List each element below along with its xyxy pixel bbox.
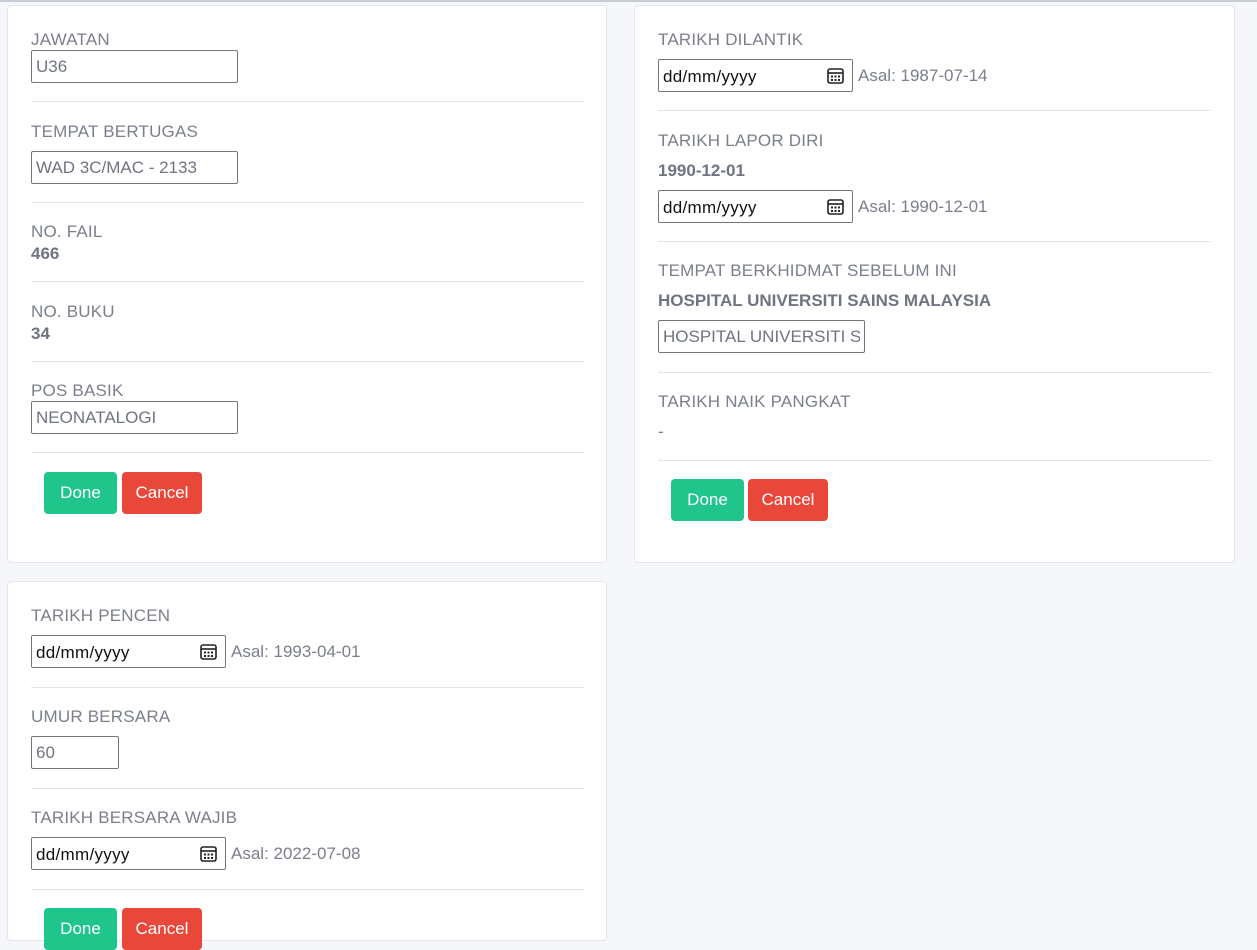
asal-text: Asal: 1993-04-01: [231, 642, 361, 661]
date-placeholder: dd/mm/yyyy: [36, 643, 130, 662]
divider: [658, 460, 1211, 461]
divider: [658, 241, 1211, 242]
asal-text: Asal: 2022-07-08: [231, 844, 361, 863]
cancel-button[interactable]: Cancel: [122, 472, 202, 514]
top-divider: [0, 0, 1257, 2]
tempat-bertugas-input[interactable]: [31, 151, 238, 184]
no-buku-value: 34: [31, 324, 50, 343]
card-tarikh: TARIKH DILANTIK dd/mm/yyyy Asal: 1987-07…: [634, 5, 1235, 563]
done-button[interactable]: Done: [671, 479, 744, 521]
divider: [31, 452, 584, 453]
pos-basik-input[interactable]: [31, 401, 238, 434]
tarikh-pencen-date-input[interactable]: dd/mm/yyyy: [31, 635, 226, 668]
card-bersara: TARIKH PENCEN dd/mm/yyyy Asal: 1993-04-0…: [7, 581, 607, 950]
tempat-sebelum-value: HOSPITAL UNIVERSITI SAINS MALAYSIA: [658, 291, 992, 310]
tarikh-dilantik-label: TARIKH DILANTIK: [658, 30, 804, 49]
done-button[interactable]: Done: [44, 472, 117, 514]
no-buku-label: NO. BUKU: [31, 302, 115, 321]
asal-text: Asal: 1987-07-14: [858, 66, 988, 85]
calendar-icon[interactable]: [826, 66, 845, 85]
calendar-icon[interactable]: [199, 844, 218, 863]
tarikh-lapor-diri-value: 1990-12-01: [658, 161, 745, 180]
tempat-sebelum-label: TEMPAT BERKHIDMAT SEBELUM INI: [658, 261, 957, 280]
cancel-button[interactable]: Cancel: [122, 908, 202, 950]
divider: [31, 687, 584, 688]
divider: [31, 101, 584, 102]
divider: [31, 361, 584, 362]
tempat-sebelum-input[interactable]: [658, 320, 865, 353]
calendar-icon[interactable]: [199, 642, 218, 661]
divider: [31, 788, 584, 789]
no-fail-label: NO. FAIL: [31, 222, 103, 241]
tarikh-naik-pangkat-value: -: [658, 422, 664, 441]
done-button[interactable]: Done: [44, 908, 117, 950]
jawatan-label: JAWATAN: [31, 30, 110, 49]
divider: [31, 281, 584, 282]
divider: [658, 110, 1211, 111]
tarikh-lapor-diri-date-input[interactable]: dd/mm/yyyy: [658, 190, 853, 223]
tarikh-bersara-wajib-label: TARIKH BERSARA WAJIB: [31, 808, 238, 827]
tempat-bertugas-label: TEMPAT BERTUGAS: [31, 122, 199, 141]
umur-bersara-label: UMUR BERSARA: [31, 707, 171, 726]
no-fail-value: 466: [31, 244, 60, 263]
tarikh-pencen-label: TARIKH PENCEN: [31, 606, 171, 625]
tarikh-bersara-wajib-date-input[interactable]: dd/mm/yyyy: [31, 837, 226, 870]
divider: [31, 202, 584, 203]
date-placeholder: dd/mm/yyyy: [663, 198, 757, 217]
date-placeholder: dd/mm/yyyy: [663, 67, 757, 86]
pos-basik-label: POS BASIK: [31, 381, 124, 400]
divider: [31, 889, 584, 890]
calendar-icon[interactable]: [826, 197, 845, 216]
date-placeholder: dd/mm/yyyy: [36, 845, 130, 864]
umur-bersara-input[interactable]: [31, 736, 119, 769]
tarikh-dilantik-date-input[interactable]: dd/mm/yyyy: [658, 59, 853, 92]
card-jawatan: JAWATAN TEMPAT BERTUGAS NO. FAIL 466 NO.…: [7, 5, 607, 563]
tarikh-lapor-diri-label: TARIKH LAPOR DIRI: [658, 131, 824, 150]
asal-text: Asal: 1990-12-01: [858, 197, 988, 216]
cancel-button[interactable]: Cancel: [748, 479, 828, 521]
divider: [658, 372, 1211, 373]
tarikh-naik-pangkat-label: TARIKH NAIK PANGKAT: [658, 392, 851, 411]
jawatan-input[interactable]: [31, 50, 238, 83]
